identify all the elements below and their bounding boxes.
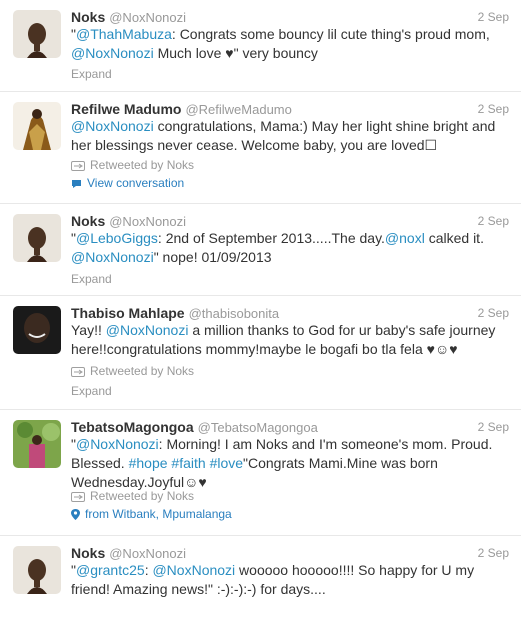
text-segment: " nope! 01/09/2013 (153, 249, 272, 265)
view-conversation-link[interactable]: View conversation (71, 176, 184, 190)
text-segment: Yay!! (71, 322, 106, 338)
timestamp[interactable]: 2 Sep (478, 10, 509, 24)
author-name[interactable]: Noks (71, 9, 105, 25)
tweet-text: @NoxNonozi congratulations, Mama:) May h… (71, 117, 509, 155)
timestamp[interactable]: 2 Sep (478, 420, 509, 434)
mention-link[interactable]: @NoxNonozi (152, 562, 235, 578)
mention-link[interactable]: @NoxNonozi (71, 45, 154, 61)
location-link[interactable]: from Witbank, Mpumalanga (71, 507, 232, 521)
tweet-text: "@NoxNonozi: Morning! I am Noks and I'm … (71, 435, 509, 492)
author-handle[interactable]: @RefilweMadumo (185, 102, 291, 117)
retweet-icon (71, 492, 85, 502)
location-pin-icon (71, 509, 80, 520)
hashtag-link[interactable]: #hope (129, 455, 168, 471)
author-handle[interactable]: @NoxNonozi (109, 546, 186, 561)
expand-link[interactable]: Expand (71, 272, 112, 286)
location-label[interactable]: from Witbank, Mpumalanga (85, 507, 232, 521)
timestamp[interactable]: 2 Sep (478, 102, 509, 116)
timeline: Noks @NoxNonozi 2 Sep "@ThahMabuza: Congr… (0, 0, 521, 631)
author-handle[interactable]: @TebatsoMagongoa (198, 420, 318, 435)
mention-link[interactable]: @ThahMabuza (76, 26, 172, 42)
mention-link[interactable]: @noxl (385, 230, 425, 246)
view-conversation-label[interactable]: View conversation (87, 176, 184, 190)
timestamp[interactable]: 2 Sep (478, 546, 509, 560)
tweet-text: "@LeboGiggs: 2nd of September 2013.....T… (71, 229, 509, 267)
retweet-icon (71, 367, 85, 377)
author-handle[interactable]: @NoxNonozi (109, 10, 186, 25)
avatar[interactable] (13, 420, 61, 468)
avatar[interactable] (13, 546, 61, 594)
retweeted-by-label: Retweeted by Noks (90, 364, 195, 378)
author-handle[interactable]: @thabisobonita (189, 306, 280, 321)
tweet-text: Yay!! @NoxNonozi a million thanks to God… (71, 321, 509, 359)
tweet[interactable]: Noks @NoxNonozi 2 Sep "@ThahMabuza: Congr… (0, 0, 521, 92)
tweet[interactable]: Refilwe Madumo @RefilweMadumo 2 Sep @NoxN… (0, 92, 521, 204)
retweeted-by: Retweeted by Noks (71, 364, 194, 378)
timestamp[interactable]: 2 Sep (478, 214, 509, 228)
mention-link[interactable]: @grantc25 (76, 562, 145, 578)
author-name[interactable]: Noks (71, 213, 105, 229)
tweet[interactable]: Noks @NoxNonozi 2 Sep "@grantc25: @NoxNon… (0, 536, 521, 631)
tweet-text: "@grantc25: @NoxNonozi wooooo hooooo!!!!… (71, 561, 509, 599)
hashtag-link[interactable]: #faith (171, 455, 205, 471)
tweet[interactable]: TebatsoMagongoa @TebatsoMagongoa 2 Sep "@… (0, 410, 521, 536)
timestamp[interactable]: 2 Sep (478, 306, 509, 320)
retweeted-by: Retweeted by Noks (71, 158, 194, 172)
mention-link[interactable]: @NoxNonozi (71, 249, 154, 265)
mention-link[interactable]: @NoxNonozi (71, 118, 154, 134)
tweet-text: "@ThahMabuza: Congrats some bouncy lil c… (71, 25, 509, 63)
tweet[interactable]: Thabiso Mahlape @thabisobonita 2 Sep Yay!… (0, 296, 521, 410)
tweet[interactable]: Noks @NoxNonozi 2 Sep "@LeboGiggs: 2nd of… (0, 204, 521, 296)
avatar[interactable] (13, 102, 61, 150)
expand-link[interactable]: Expand (71, 67, 112, 81)
hashtag-link[interactable]: #love (210, 455, 243, 471)
author-handle[interactable]: @NoxNonozi (109, 214, 186, 229)
text-segment: calked it. (424, 230, 484, 246)
retweeted-by: Retweeted by Noks (71, 489, 194, 503)
avatar[interactable] (13, 10, 61, 58)
author-name[interactable]: Refilwe Madumo (71, 101, 181, 117)
text-segment: Much love ♥" very bouncy (153, 45, 318, 61)
expand-link[interactable]: Expand (71, 384, 112, 398)
text-segment: : 2nd of September 2013.....The day. (157, 230, 385, 246)
retweeted-by-label: Retweeted by Noks (90, 158, 195, 172)
mention-link[interactable]: @NoxNonozi (76, 436, 159, 452)
text-segment: : Congrats some bouncy lil cute thing's … (171, 26, 490, 42)
avatar[interactable] (13, 214, 61, 262)
author-name[interactable]: TebatsoMagongoa (71, 419, 194, 435)
author-name[interactable]: Thabiso Mahlape (71, 305, 185, 321)
mention-link[interactable]: @LeboGiggs (76, 230, 158, 246)
retweet-icon (71, 161, 85, 171)
mention-link[interactable]: @NoxNonozi (106, 322, 189, 338)
conversation-icon (72, 180, 81, 188)
avatar[interactable] (13, 306, 61, 354)
author-name[interactable]: Noks (71, 545, 105, 561)
retweeted-by-label: Retweeted by Noks (90, 489, 195, 503)
